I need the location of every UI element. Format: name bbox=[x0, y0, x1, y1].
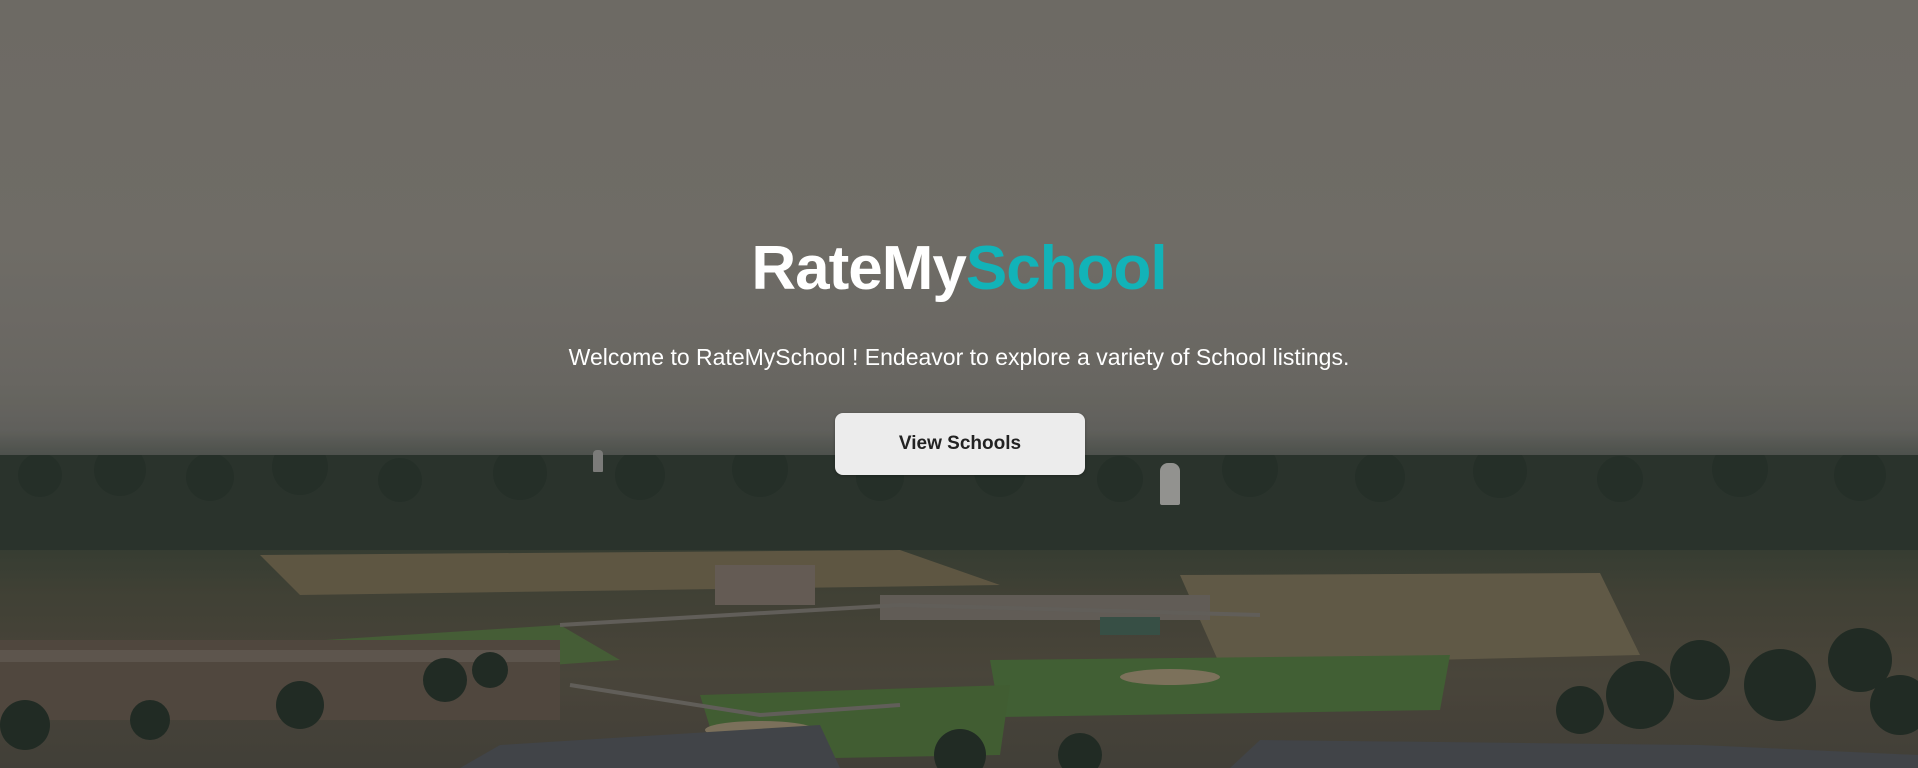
hero-section: RateMySchool Welcome to RateMySchool ! E… bbox=[0, 0, 1918, 768]
welcome-tagline: Welcome to RateMySchool ! Endeavor to ex… bbox=[568, 344, 1350, 370]
logo-text-school: School bbox=[965, 234, 1168, 303]
view-schools-button[interactable]: View Schools bbox=[835, 413, 1085, 475]
hero-content: RateMySchool Welcome to RateMySchool ! E… bbox=[0, 0, 1918, 768]
logo-text-ratemy: RateMy bbox=[751, 234, 967, 303]
site-logo: RateMySchool bbox=[0, 232, 1918, 306]
